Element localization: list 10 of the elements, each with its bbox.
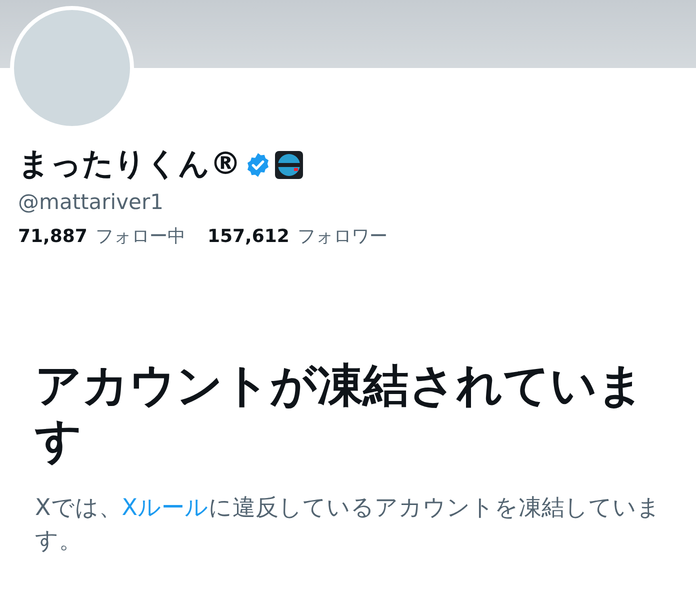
suspended-heading: アカウントが凍結されています <box>35 358 645 468</box>
stat-count: 157,612 <box>207 224 290 249</box>
stat-label: フォロワー <box>297 224 388 249</box>
rules-link[interactable]: Xルール <box>122 495 209 522</box>
affiliate-badge-icon <box>275 150 303 179</box>
description-text: Xでは、Xルールに違反しているアカウントを凍結しています。 <box>35 494 661 556</box>
stat-count: 71,887 <box>18 224 88 249</box>
stat-label: フォロー中 <box>95 224 186 249</box>
display-name: まったりくん® <box>18 146 241 184</box>
username: @mattariver1 <box>18 189 164 216</box>
